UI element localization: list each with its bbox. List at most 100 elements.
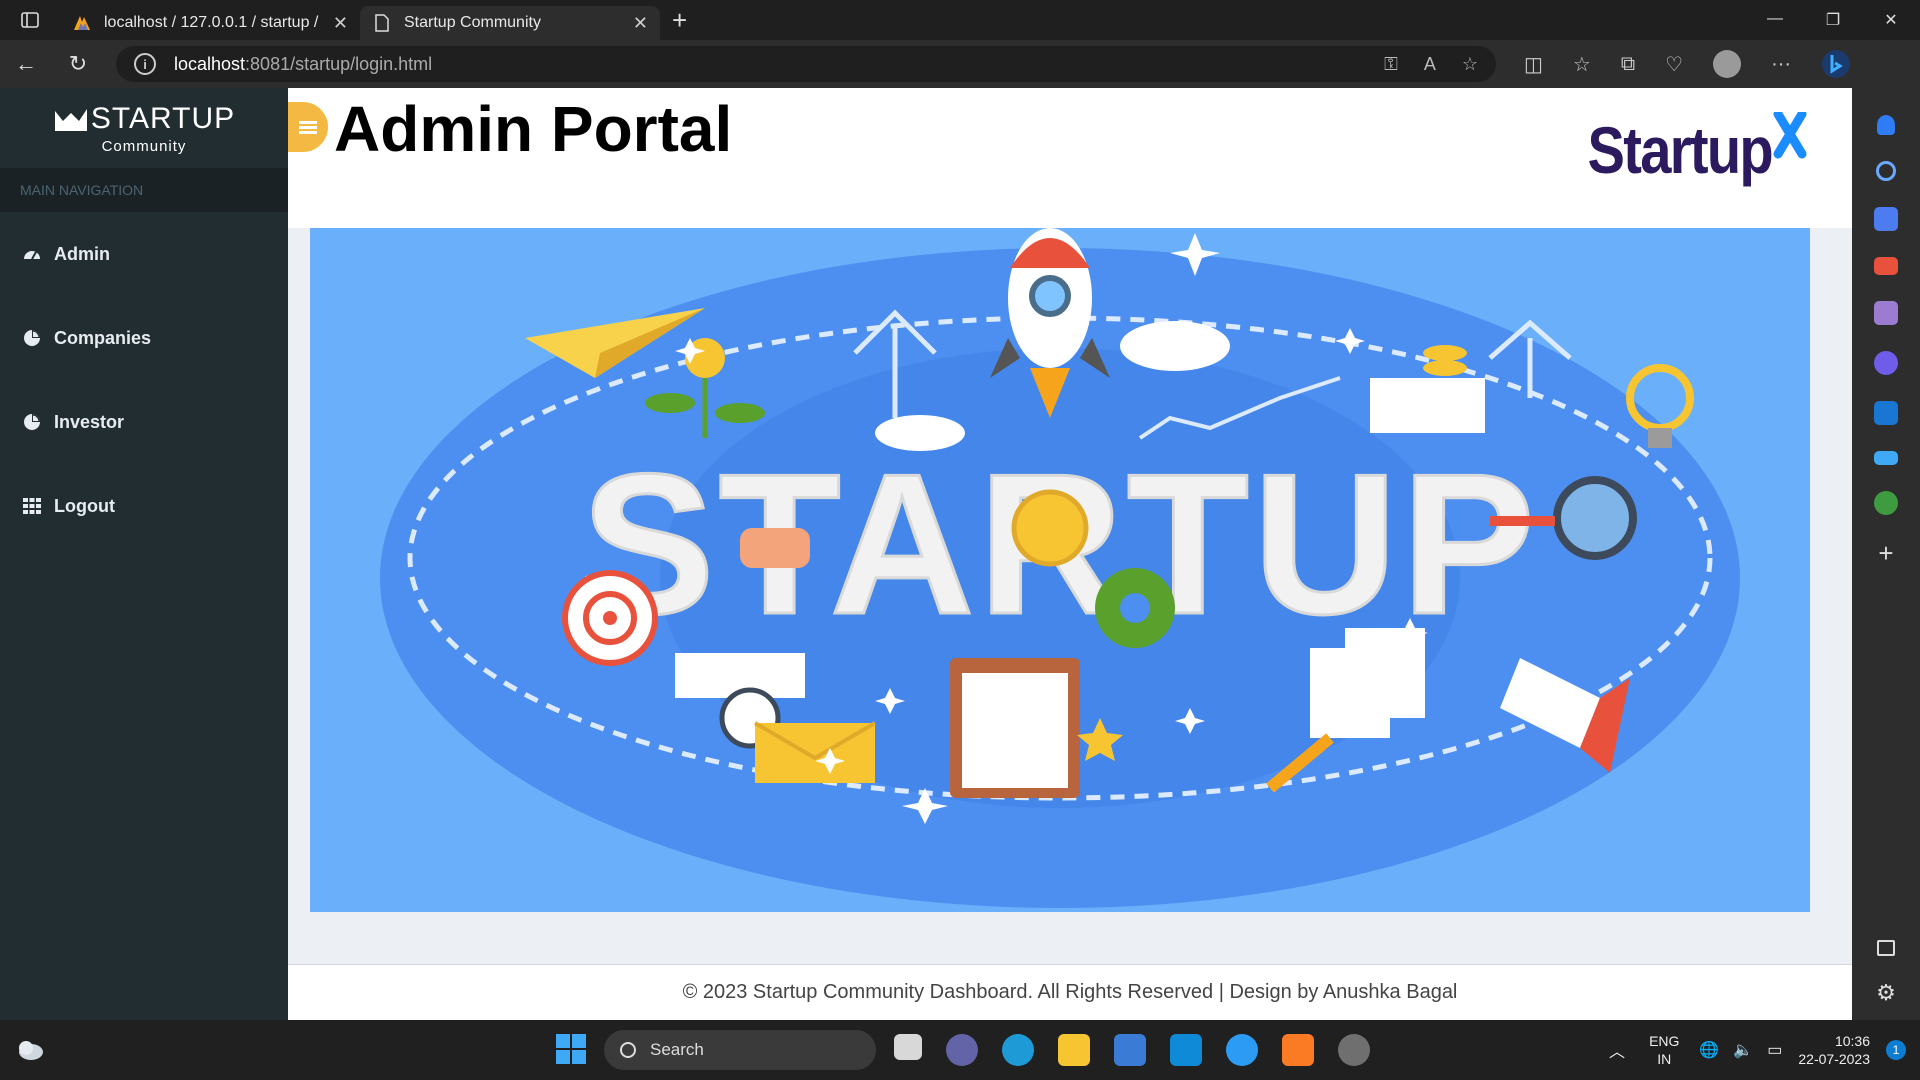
sidebar-toggle-button[interactable] bbox=[288, 102, 328, 152]
system-tray: ︿ ENG IN 🌐 🔈 ▭ 10:36 22-07-2023 1 bbox=[1609, 1020, 1920, 1080]
profile-avatar[interactable] bbox=[1713, 50, 1742, 78]
read-aloud-icon[interactable]: A bbox=[1424, 54, 1436, 75]
refresh-icon[interactable]: ↻ bbox=[52, 51, 104, 77]
close-window-icon[interactable]: ✕ bbox=[1862, 10, 1920, 30]
search-icon[interactable] bbox=[1876, 161, 1896, 181]
taskbar-apps bbox=[894, 1034, 1370, 1066]
tab-title: localhost / 127.0.0.1 / startup / p bbox=[104, 14, 323, 31]
bing-icon[interactable] bbox=[1821, 49, 1851, 79]
phpmyadmin-icon bbox=[72, 13, 92, 33]
split-screen-icon[interactable]: ◫ bbox=[1524, 52, 1543, 77]
sidebar: STARTUP Community MAIN NAVIGATION Admin … bbox=[0, 88, 288, 1020]
address-bar[interactable]: i localhost:8081/startup/login.html ⚿ A … bbox=[116, 46, 1496, 82]
sidebar-item-label: Admin bbox=[54, 243, 110, 264]
pie-chart-icon bbox=[22, 329, 42, 347]
search-label: Search bbox=[650, 1040, 704, 1059]
search-icon bbox=[620, 1042, 636, 1058]
hero-banner-image: STARTUP bbox=[310, 228, 1810, 912]
hide-sidebar-icon[interactable] bbox=[1877, 940, 1895, 956]
region-code: IN bbox=[1657, 1051, 1672, 1067]
hamburger-icon bbox=[299, 119, 317, 136]
close-tab-icon[interactable]: ✕ bbox=[333, 13, 348, 34]
volume-icon[interactable]: 🔈 bbox=[1733, 1040, 1753, 1060]
file-explorer-icon[interactable] bbox=[1058, 1034, 1090, 1066]
notification-badge[interactable]: 1 bbox=[1886, 1040, 1906, 1060]
sidebar-item-label: Companies bbox=[54, 327, 152, 348]
target-icon bbox=[562, 570, 658, 666]
show-hidden-icons-icon[interactable]: ︿ bbox=[1609, 1038, 1625, 1062]
settings-app-icon[interactable] bbox=[1338, 1034, 1370, 1066]
tab-startup-community[interactable]: Startup Community ✕ bbox=[360, 6, 660, 40]
language-indicator[interactable]: ENG IN bbox=[1649, 1032, 1679, 1068]
brand-subtitle: Community bbox=[101, 137, 187, 155]
time: 10:36 bbox=[1834, 1033, 1870, 1049]
restore-icon[interactable]: ❐ bbox=[1804, 10, 1862, 30]
page-footer: © 2023 Startup Community Dashboard. All … bbox=[288, 964, 1852, 1020]
main-content: Admin Portal Startup © 2023 Startup Comm… bbox=[288, 88, 1852, 1020]
browser-titlebar: localhost / 127.0.0.1 / startup / p ✕ St… bbox=[0, 0, 1920, 40]
brand-name: STARTUP bbox=[90, 101, 236, 135]
taskbar-search[interactable]: Search bbox=[604, 1030, 876, 1070]
page-icon bbox=[372, 13, 392, 33]
myhp-icon[interactable] bbox=[1170, 1034, 1202, 1066]
microsoft-store-icon[interactable] bbox=[1114, 1034, 1146, 1066]
sidebar-item-investor[interactable]: Investor bbox=[0, 380, 288, 464]
grid-icon bbox=[22, 498, 42, 514]
favorite-star-icon[interactable]: ☆ bbox=[1462, 54, 1478, 75]
health-icon[interactable]: ♡ bbox=[1665, 52, 1683, 77]
start-button[interactable] bbox=[556, 1034, 586, 1069]
xampp-icon[interactable] bbox=[1282, 1034, 1314, 1066]
startup-illustration: STARTUP bbox=[380, 228, 1740, 908]
url-path: :8081/startup/login.html bbox=[245, 53, 433, 74]
settings-gear-icon[interactable]: ⚙ bbox=[1876, 980, 1896, 1006]
task-view-icon[interactable] bbox=[894, 1034, 922, 1060]
new-tab-button[interactable]: + bbox=[672, 5, 687, 36]
sidebar-item-admin[interactable]: Admin bbox=[0, 212, 288, 296]
network-icon[interactable]: 🌐 bbox=[1699, 1040, 1719, 1060]
edge-browser-icon[interactable] bbox=[1002, 1034, 1034, 1066]
browser-toolbar: ← ↻ i localhost:8081/startup/login.html … bbox=[0, 40, 1920, 88]
sidebar-item-label: Investor bbox=[54, 411, 125, 432]
sidebar-item-label: Logout bbox=[54, 495, 115, 516]
site-info-icon[interactable]: i bbox=[134, 53, 156, 75]
help-icon[interactable] bbox=[1226, 1034, 1258, 1066]
page-title: Admin Portal bbox=[334, 93, 733, 165]
clock[interactable]: 10:36 22-07-2023 bbox=[1798, 1032, 1870, 1068]
send-icon[interactable] bbox=[1874, 451, 1898, 465]
pie-chart-icon bbox=[22, 413, 42, 431]
sidebar-item-logout[interactable]: Logout bbox=[0, 464, 288, 548]
more-icon[interactable]: ··· bbox=[1771, 53, 1791, 76]
favorites-icon[interactable]: ☆ bbox=[1573, 52, 1591, 77]
weather-icon[interactable] bbox=[0, 1038, 60, 1062]
tab-phpmyadmin[interactable]: localhost / 127.0.0.1 / startup / p ✕ bbox=[60, 6, 360, 40]
logo-x-mark-icon bbox=[1773, 112, 1807, 159]
minimize-icon[interactable]: — bbox=[1746, 10, 1804, 30]
chart-logo-icon bbox=[54, 108, 87, 131]
toolbox-icon[interactable] bbox=[1874, 257, 1898, 275]
tab-actions-icon[interactable] bbox=[0, 0, 60, 40]
tree-icon[interactable] bbox=[1874, 491, 1898, 515]
collections-icon[interactable]: ⧉ bbox=[1621, 53, 1635, 76]
outlook-icon[interactable] bbox=[1874, 401, 1898, 425]
page-header: Admin Portal Startup bbox=[288, 88, 1852, 228]
games-icon[interactable] bbox=[1874, 301, 1898, 325]
sidebar-item-companies[interactable]: Companies bbox=[0, 296, 288, 380]
window-controls: — ❐ ✕ bbox=[1746, 10, 1920, 30]
battery-icon[interactable]: ▭ bbox=[1767, 1040, 1782, 1060]
copilot-icon[interactable] bbox=[1874, 351, 1898, 375]
shopping-tag-icon[interactable] bbox=[1874, 207, 1898, 231]
windows-taskbar: Search ︿ ENG IN 🌐 🔈 ▭ 10:36 22-07-2023 1 bbox=[0, 1020, 1920, 1080]
teams-chat-icon[interactable] bbox=[946, 1034, 978, 1066]
logo-text: Startup bbox=[1587, 113, 1774, 187]
add-icon[interactable]: + bbox=[1878, 538, 1893, 569]
key-icon[interactable]: ⚿ bbox=[1384, 54, 1398, 75]
close-tab-icon[interactable]: ✕ bbox=[633, 13, 648, 34]
language-code: ENG bbox=[1649, 1033, 1680, 1049]
clipboard-icon bbox=[950, 658, 1080, 798]
edge-sidebar: + ⚙ bbox=[1852, 88, 1920, 1020]
nav-section-header: MAIN NAVIGATION bbox=[0, 168, 288, 212]
notifications-icon[interactable] bbox=[1877, 115, 1895, 135]
tab-title: Startup Community bbox=[404, 14, 541, 31]
back-icon[interactable]: ← bbox=[0, 51, 52, 77]
brand-logo[interactable]: STARTUP Community bbox=[0, 88, 288, 168]
